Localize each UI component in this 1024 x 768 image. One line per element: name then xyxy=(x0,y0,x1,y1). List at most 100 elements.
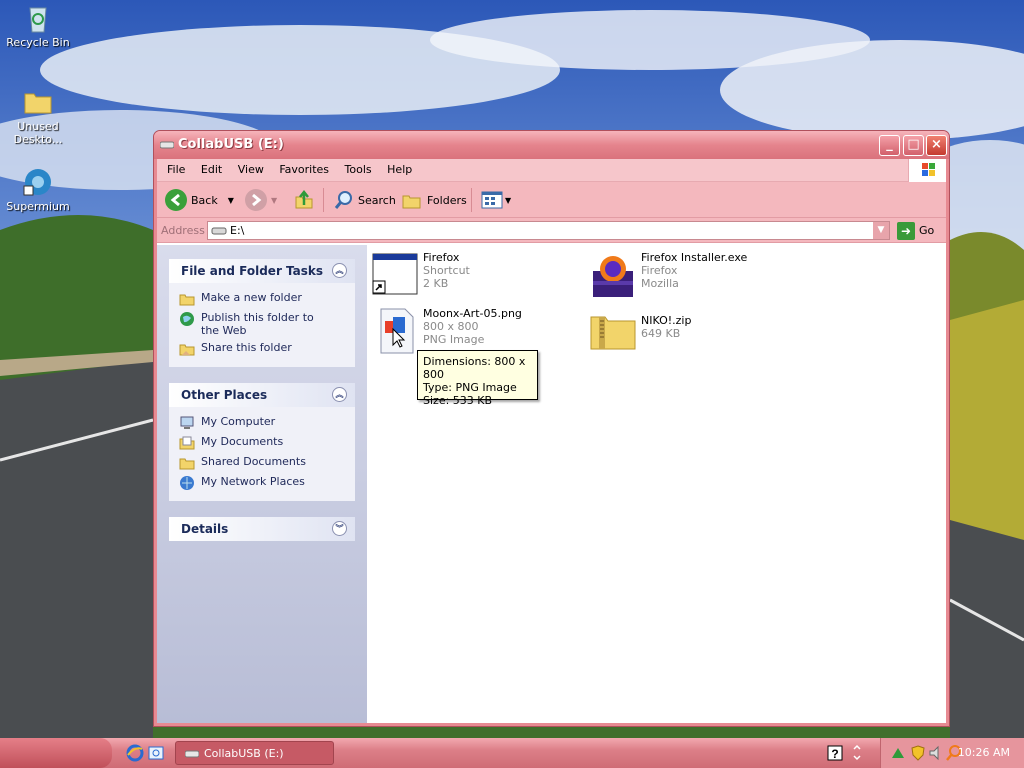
desktop-icon-supermium[interactable]: Supermium xyxy=(2,166,74,213)
task-share-folder[interactable]: Share this folder xyxy=(179,339,355,359)
views-button[interactable]: ▼ xyxy=(481,189,511,211)
task-label: Make a new folder xyxy=(201,291,302,304)
title-bar[interactable]: CollabUSB (E:) _ □ × xyxy=(154,131,949,159)
panel-title[interactable]: File and Folder Tasks ︽ xyxy=(169,259,355,283)
file-name: NIKO!.zip xyxy=(641,314,692,327)
address-input[interactable]: E:\ ▼ xyxy=(207,221,890,240)
firefox-installer-icon xyxy=(589,251,637,299)
minimize-button[interactable]: _ xyxy=(879,135,900,156)
outlook-express-icon[interactable] xyxy=(147,744,165,762)
place-label: My Documents xyxy=(201,435,284,448)
network-tray-icon[interactable] xyxy=(889,744,907,762)
file-size: 649 KB xyxy=(641,327,681,340)
taskbar-window-button[interactable]: CollabUSB (E:) xyxy=(175,741,334,765)
task-publish-web[interactable]: Publish this folder to the Web xyxy=(179,309,355,339)
go-button[interactable]: ➜ Go xyxy=(897,221,934,240)
forward-dropdown-icon[interactable]: ▼ xyxy=(271,196,277,205)
tooltip-size: Size: 533 KB xyxy=(423,394,493,407)
file-item-firefox-shortcut[interactable]: Firefox Shortcut 2 KB xyxy=(371,251,470,299)
task-make-new-folder[interactable]: Make a new folder xyxy=(179,289,355,309)
panel-title-text: Other Places xyxy=(181,388,268,402)
recycle-bin-icon xyxy=(29,7,47,33)
file-item-niko-zip[interactable]: NIKO!.zip 649 KB xyxy=(589,307,691,355)
place-my-network-places[interactable]: My Network Places xyxy=(179,473,355,493)
back-dropdown-icon[interactable]: ▼ xyxy=(228,196,234,205)
search-button[interactable]: Search xyxy=(333,189,396,211)
menu-tools[interactable]: Tools xyxy=(339,159,378,176)
file-item-moonx-png[interactable]: Moonx-Art-05.png 800 x 800 PNG Image xyxy=(371,307,522,355)
address-bar: Address E:\ ▼ ➜ Go xyxy=(157,218,946,243)
globe-icon xyxy=(180,312,194,326)
back-button[interactable]: Back ▼ xyxy=(165,189,234,211)
folders-icon xyxy=(402,195,421,209)
panel-title[interactable]: Details ︾ xyxy=(169,517,355,541)
security-shield-icon[interactable] xyxy=(909,744,927,762)
file-type: PNG Image xyxy=(423,333,485,346)
computer-icon xyxy=(180,416,194,429)
menu-help[interactable]: Help xyxy=(381,159,418,176)
shared-folder-icon xyxy=(179,458,195,470)
window-title: CollabUSB (E:) xyxy=(178,137,284,152)
maximize-button[interactable]: □ xyxy=(903,135,924,156)
task-pane: File and Folder Tasks ︽ Make a new folde… xyxy=(157,245,367,723)
menu-file[interactable]: File xyxy=(161,159,191,176)
expand-icon[interactable]: ︾ xyxy=(332,521,347,536)
details-panel: Details ︾ xyxy=(169,517,355,541)
tray-expand-icon[interactable] xyxy=(848,744,866,762)
volume-icon[interactable] xyxy=(927,744,945,762)
up-folder-icon xyxy=(295,189,313,209)
file-name: Moonx-Art-05.png xyxy=(423,307,522,320)
close-button[interactable]: × xyxy=(926,135,947,156)
help-icon[interactable]: ? xyxy=(826,744,844,762)
svg-text:?: ? xyxy=(831,747,838,761)
search-label: Search xyxy=(358,193,396,207)
file-name: Firefox Installer.exe xyxy=(641,251,748,264)
folders-label: Folders xyxy=(427,193,467,207)
views-icon xyxy=(481,191,503,209)
file-list: Firefox Shortcut 2 KB Firefox Installer.… xyxy=(367,245,946,723)
forward-button[interactable]: ▼ xyxy=(245,189,277,211)
new-folder-icon xyxy=(179,294,195,306)
place-my-documents[interactable]: My Documents xyxy=(179,433,355,453)
menu-view[interactable]: View xyxy=(232,159,270,176)
internet-explorer-icon[interactable] xyxy=(126,744,144,762)
start-button[interactable] xyxy=(0,738,112,768)
place-shared-documents[interactable]: Shared Documents xyxy=(179,453,355,473)
windows-logo-icon xyxy=(908,159,946,182)
task-label: Publish this folder to the Web xyxy=(201,311,314,337)
panel-title[interactable]: Other Places ︽ xyxy=(169,383,355,407)
system-tray: 10:26 AM xyxy=(880,738,1024,768)
panel-title-text: Details xyxy=(181,522,229,536)
menu-edit[interactable]: Edit xyxy=(195,159,228,176)
documents-icon xyxy=(179,436,195,450)
up-folder-button[interactable] xyxy=(293,189,315,211)
file-folder-tasks-panel: File and Folder Tasks ︽ Make a new folde… xyxy=(169,259,355,367)
desktop-icon-unused-desktop[interactable]: Unused Deskto... xyxy=(2,86,74,146)
file-company: Firefox xyxy=(641,264,678,277)
drive-icon xyxy=(160,141,174,149)
clock[interactable]: 10:26 AM xyxy=(958,746,1010,759)
file-item-firefox-installer[interactable]: Firefox Installer.exe Firefox Mozilla xyxy=(589,251,747,299)
desktop-icon-recycle-bin[interactable]: Recycle Bin xyxy=(2,2,74,49)
go-label: Go xyxy=(919,224,935,237)
desktop-icon-label: Recycle Bin xyxy=(6,36,70,49)
collapse-icon[interactable]: ︽ xyxy=(332,387,347,402)
explorer-window: CollabUSB (E:) _ □ × File Edit View Favo… xyxy=(153,130,950,727)
folders-button[interactable]: Folders xyxy=(401,189,467,211)
forward-arrow-icon xyxy=(245,189,267,211)
go-arrow-icon: ➜ xyxy=(897,221,915,240)
taskbar: CollabUSB (E:) ? 10:26 AM xyxy=(0,738,1024,768)
drive-icon xyxy=(211,227,227,235)
address-dropdown-icon[interactable]: ▼ xyxy=(873,222,889,239)
place-label: My Computer xyxy=(201,415,276,428)
content-area: File and Folder Tasks ︽ Make a new folde… xyxy=(157,245,946,723)
menu-favorites[interactable]: Favorites xyxy=(273,159,335,176)
file-info-tooltip: Dimensions: 800 x 800 Type: PNG Image Si… xyxy=(417,350,538,407)
collapse-icon[interactable]: ︽ xyxy=(332,263,347,278)
tooltip-type: Type: PNG Image xyxy=(423,381,517,394)
menu-bar: File Edit View Favorites Tools Help xyxy=(157,159,946,182)
back-arrow-icon xyxy=(165,189,187,211)
back-label: Back xyxy=(191,193,218,207)
zip-folder-icon xyxy=(589,307,637,355)
place-my-computer[interactable]: My Computer xyxy=(179,413,355,433)
